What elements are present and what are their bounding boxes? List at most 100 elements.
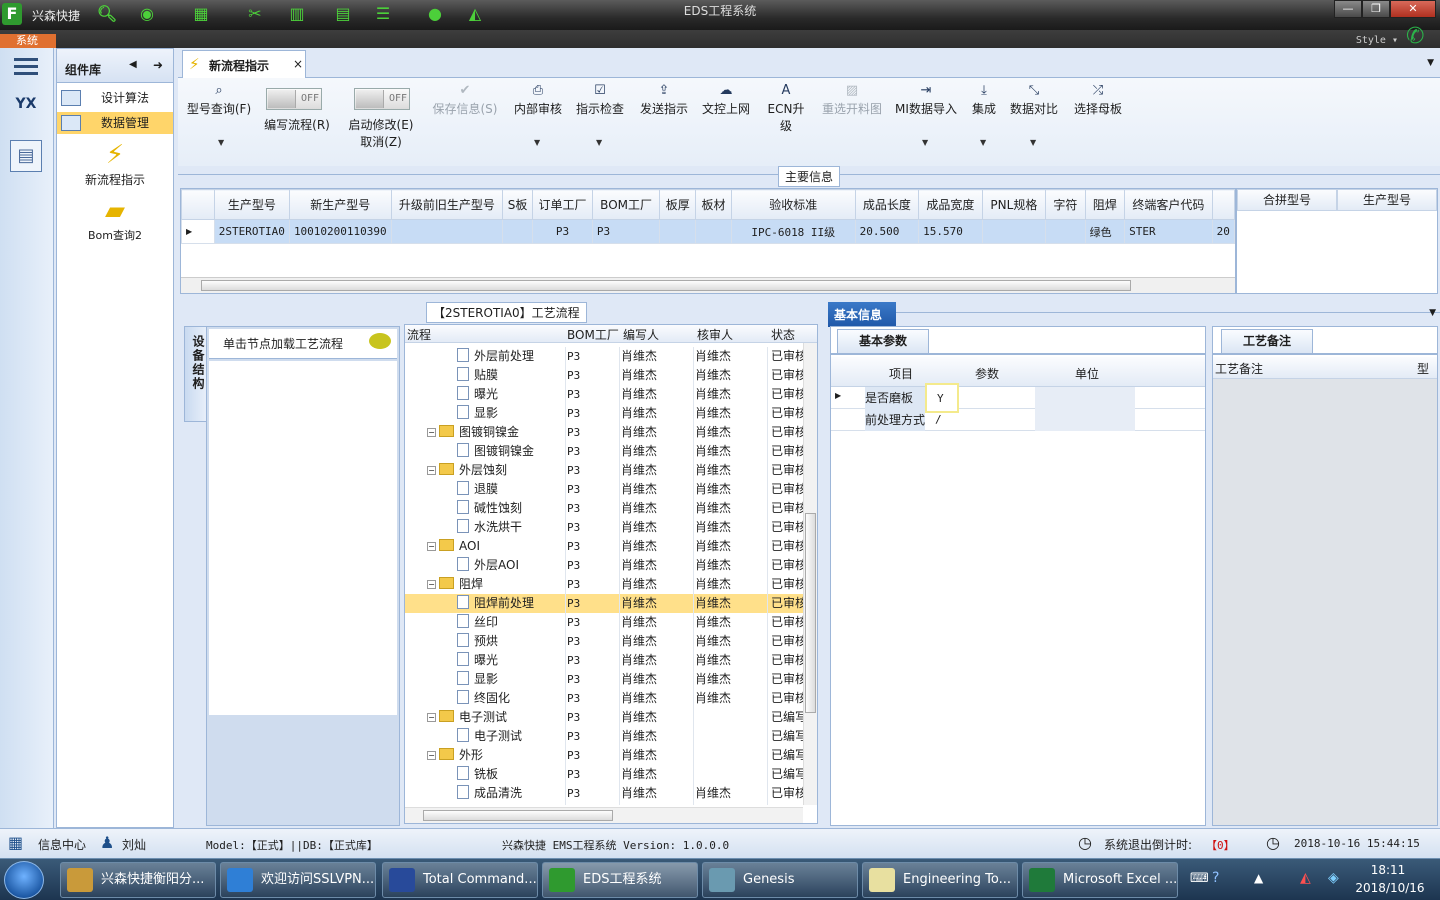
tree-node[interactable]: 外层AOI [457,556,561,575]
tree-row[interactable]: 显影 P3 肖维杰 肖维杰 已审核 [405,404,803,423]
collapse-icon[interactable]: − [427,580,436,589]
comp-item-design[interactable]: 设计算法 [57,87,173,109]
col-header[interactable]: 合拼型号 [1237,189,1337,211]
enable-modify-toggle[interactable]: OFF [354,88,410,110]
table-cell[interactable] [981,219,1047,244]
send-instruction-button[interactable]: ⇪ 发送指示 [638,82,690,117]
tree-node[interactable]: − 图镀铜镍金 [427,423,561,442]
col-header[interactable]: 项目 [889,365,913,382]
reselect-drawing-button[interactable]: ▨ 重选开料图 [820,82,884,117]
col-header[interactable]: 板材 [695,189,732,220]
col-header[interactable]: 单位 [1075,365,1099,382]
tray-expand-icon[interactable]: ▲ [1254,871,1263,885]
table-cell[interactable]: P3 [532,219,593,244]
tree-node[interactable]: − AOI [427,537,561,556]
param-unit[interactable] [1035,387,1135,409]
tree-node[interactable]: 曝光 [457,651,561,670]
tree-row[interactable]: 图镀铜镍金 P3 肖维杰 肖维杰 已审核 [405,442,803,461]
table-cell[interactable] [390,219,504,244]
tree-node[interactable]: 铣板 [457,765,561,784]
system-menu[interactable]: 系统 [0,34,56,48]
table-row[interactable]: 前处理方式 / [831,409,1205,431]
tree-node[interactable]: − 外层蚀刻 [427,461,561,480]
process-remark-tab[interactable]: 工艺备注 [1221,329,1313,353]
param-unit[interactable] [1035,409,1135,431]
tree-row[interactable]: 丝印 P3 肖维杰 肖维杰 已审核 [405,613,803,632]
phone-icon[interactable]: ✆ [1406,24,1424,49]
table-cell[interactable] [695,219,732,244]
tab-dropdown-icon[interactable]: ▼ [1427,58,1434,68]
table-cell[interactable]: P3 [591,219,661,244]
calculator-icon[interactable]: ▤ [10,140,42,172]
col-header[interactable]: 成品长度 [854,189,920,220]
collapse-left-icon[interactable]: ◀ [129,59,137,70]
edit-flow-toggle[interactable]: OFF [266,88,322,110]
taskbar-item[interactable]: Engineering To... [862,862,1018,898]
tree-row[interactable]: 贴膜 P3 肖维杰 肖维杰 已审核 [405,366,803,385]
tree-row[interactable]: 预烘 P3 肖维杰 肖维杰 已审核 [405,632,803,651]
close-button[interactable]: ✕ [1390,0,1436,18]
col-header[interactable]: 流程 [407,326,431,343]
table-cell[interactable]: 20.500 [854,219,920,244]
data-compare-button[interactable]: ⤡ 数据对比 ▼ [1008,82,1060,147]
tree-node[interactable]: 外层前处理 [457,347,561,366]
taskbar-item[interactable]: 兴森快捷衡阳分... [60,862,216,898]
col-header[interactable]: 成品宽度 [918,189,983,220]
clock-date[interactable]: 2018/10/16 [1352,881,1428,895]
col-header[interactable]: 生产型号 [1337,189,1437,211]
tree-row[interactable]: − 图镀铜镍金 P3 肖维杰 肖维杰 已审核 [405,423,803,442]
col-header[interactable]: 核审人 [697,326,733,343]
minimize-button[interactable]: — [1334,0,1362,18]
table-cell[interactable]: 20 [1211,219,1235,244]
taskbar-item[interactable]: Genesis [702,862,858,898]
check-instruction-button[interactable]: ☑ 指示检查 ▼ [574,82,626,147]
ecn-upgrade-button[interactable]: A ECN升级 [762,82,810,134]
tree-row[interactable]: − 电子测试 P3 肖维杰 已编写 [405,708,803,727]
comp-item-data-management[interactable]: 数据管理 [57,112,173,134]
tree-node[interactable]: 显影 [457,404,561,423]
menu-icon[interactable] [14,58,38,61]
tray-app-icon[interactable]: ◭ [1300,870,1311,886]
tree-node[interactable]: 终固化 [457,689,561,708]
tree-row[interactable]: 阻焊前处理 P3 肖维杰 肖维杰 已审核 [405,594,803,613]
type-query-button[interactable]: ⌕ 型号查询(F) ▼ [184,82,254,147]
col-header[interactable]: 字符 [1045,189,1086,220]
col-header[interactable]: 参数 [975,365,999,382]
info-center-link[interactable]: 信息中心 [38,836,86,853]
col-header[interactable]: S板 [502,189,534,220]
col-header[interactable]: 生产型号 [213,189,290,220]
tree-node[interactable]: 水洗烘干 [457,518,561,537]
factory-icon[interactable]: YX [10,96,42,126]
table-cell[interactable] [1045,219,1086,244]
col-header[interactable]: 型 [1417,360,1429,377]
horizontal-scrollbar[interactable] [405,807,803,823]
tree-node[interactable]: 预烘 [457,632,561,651]
table-cell[interactable]: STER [1124,219,1213,244]
table-cell[interactable]: 10010200110390 [288,219,392,244]
tree-row[interactable]: 电子测试 P3 肖维杰 已编写 [405,727,803,746]
maximize-button[interactable]: ❐ [1362,0,1390,18]
scroll-thumb[interactable] [423,810,613,821]
table-row[interactable]: ▶ 2STEROTIA0 10010200110390 P3 P3 IPC-60… [181,219,1235,244]
table-cell[interactable]: 2STEROTIA0 [213,219,290,244]
tree-node[interactable]: − 外形 [427,746,561,765]
tree-row[interactable]: 退膜 P3 肖维杰 肖维杰 已审核 [405,480,803,499]
taskbar-item[interactable]: EDS工程系统 [542,862,698,898]
tree-node[interactable]: − 电子测试 [427,708,561,727]
col-header[interactable]: 新生产型号 [288,189,392,220]
style-menu[interactable]: Style ▾ [1356,35,1398,46]
integrate-button[interactable]: ⤓ 集成 ▼ [968,82,1000,147]
col-header[interactable]: 工艺备注 [1215,360,1263,377]
col-header[interactable]: 订单工厂 [532,189,593,220]
select-master-button[interactable]: ⤮ 选择母板 [1072,82,1124,117]
tree-row[interactable]: 成品清洗 P3 肖维杰 肖维杰 已审核 [405,784,803,803]
keyboard-icon[interactable]: ⌨ [1190,871,1209,886]
tree-row[interactable]: 终固化 P3 肖维杰 肖维杰 已审核 [405,689,803,708]
tree-row[interactable]: 碱性蚀刻 P3 肖维杰 肖维杰 已审核 [405,499,803,518]
internal-review-button[interactable]: ⎙ 内部审核 ▼ [512,82,564,147]
tree-row[interactable]: 外层前处理 P3 肖维杰 肖维杰 已审核 [405,347,803,366]
basic-params-tab[interactable]: 基本参数 [837,329,929,353]
col-header[interactable]: 编写人 [623,326,659,343]
mi-import-button[interactable]: ⇥ MI数据导入 ▼ [894,82,958,147]
param-value[interactable]: / [935,409,942,431]
